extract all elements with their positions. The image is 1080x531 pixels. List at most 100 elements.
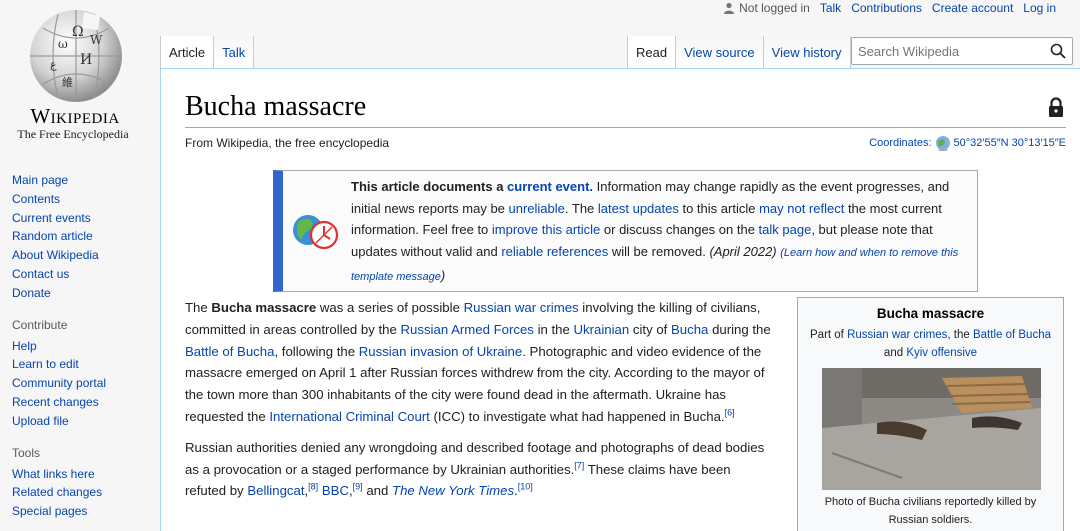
log-in-link[interactable]: Log in bbox=[1023, 1, 1056, 15]
notice-close-paren: ) bbox=[440, 267, 446, 283]
sidebar-item-random-article[interactable]: Random article bbox=[12, 227, 157, 246]
wikipedia-logo[interactable]: Ω W ω И ع 維 Wikipedia The Free Encyclope… bbox=[0, 0, 160, 160]
reference-8[interactable]: [8] bbox=[308, 482, 318, 492]
user-talk-link[interactable]: Talk bbox=[820, 1, 841, 15]
infobox-caption: Photo of Bucha civilians reportedly kill… bbox=[824, 496, 1037, 526]
sidebar-item-donate[interactable]: Donate bbox=[12, 284, 157, 303]
reference-10[interactable]: [10] bbox=[518, 482, 533, 492]
page-title: Bucha massacre bbox=[185, 91, 367, 122]
globe-icon[interactable] bbox=[935, 135, 951, 151]
svg-text:И: И bbox=[80, 52, 92, 68]
russian-armed-forces-link[interactable]: Russian Armed Forces bbox=[401, 322, 534, 337]
notice-text-2: . The bbox=[564, 200, 598, 216]
create-account-link[interactable]: Create account bbox=[932, 1, 1013, 15]
sidebar-item-current-events[interactable]: Current events bbox=[12, 209, 157, 228]
sidebar-item-about-wikipedia[interactable]: About Wikipedia bbox=[12, 246, 157, 265]
russian-war-crimes-link[interactable]: Russian war crimes bbox=[847, 329, 947, 341]
ukrainian-link[interactable]: Ukrainian bbox=[574, 322, 630, 337]
sidebar-item-what-links-here[interactable]: What links here bbox=[12, 465, 157, 484]
reference-9[interactable]: [9] bbox=[353, 482, 363, 492]
text: , following the bbox=[274, 343, 359, 359]
sidebar-heading-tools: Tools bbox=[12, 445, 41, 460]
icc-link[interactable]: International Criminal Court bbox=[269, 409, 430, 424]
sidebar-item-special-pages[interactable]: Special pages bbox=[12, 502, 157, 521]
user-icon bbox=[724, 2, 735, 14]
bucha-link[interactable]: Bucha bbox=[671, 322, 708, 337]
text: , the bbox=[947, 329, 973, 341]
coordinates-label[interactable]: Coordinates: bbox=[869, 137, 931, 149]
current-event-link[interactable]: current event. bbox=[507, 179, 593, 194]
text: was a series of possible bbox=[316, 300, 464, 315]
sidebar-item-contents[interactable]: Contents bbox=[12, 190, 157, 209]
logo-wordmark: Wikipedia bbox=[30, 104, 120, 128]
improve-article-link[interactable]: improve this article bbox=[492, 222, 600, 237]
notice-text-5: or discuss changes on the bbox=[600, 222, 759, 238]
sidebar-item-learn-to-edit[interactable]: Learn to edit bbox=[12, 355, 157, 374]
latest-updates-link[interactable]: latest updates bbox=[598, 201, 679, 216]
current-event-message: This article documents a current event. … bbox=[351, 176, 976, 289]
sidebar-heading-contribute: Contribute bbox=[12, 317, 68, 332]
sidebar-item-main-page[interactable]: Main page bbox=[12, 171, 157, 190]
svg-text:ع: ع bbox=[50, 58, 57, 71]
sidebar-item-related-changes[interactable]: Related changes bbox=[12, 483, 157, 502]
unreliable-link[interactable]: unreliable bbox=[509, 201, 565, 216]
contributions-link[interactable]: Contributions bbox=[851, 1, 922, 15]
not-logged-in: Not logged in bbox=[723, 1, 810, 15]
search-icon[interactable] bbox=[1050, 43, 1066, 59]
tab-view-history[interactable]: View history bbox=[762, 36, 851, 68]
sidebar-item-recent-changes[interactable]: Recent changes bbox=[12, 393, 157, 412]
infobox-photo[interactable] bbox=[822, 368, 1041, 490]
coordinates-value[interactable]: 50°32′55″N 30°13′15″E bbox=[954, 137, 1066, 149]
tab-view-source[interactable]: View source bbox=[675, 36, 763, 68]
sidebar-item-community-portal[interactable]: Community portal bbox=[12, 374, 157, 393]
svg-text:維: 維 bbox=[62, 76, 73, 89]
logo-tagline: The Free Encyclopedia bbox=[17, 127, 129, 141]
sidebar-item-help[interactable]: Help bbox=[12, 337, 157, 356]
infobox-title: Bucha massacre bbox=[876, 306, 985, 321]
reference-6[interactable]: [6] bbox=[725, 408, 735, 418]
subject-bold: Bucha massacre bbox=[211, 300, 317, 315]
text: The bbox=[185, 300, 212, 315]
sidebar-contribute: Help Learn to edit Community portal Rece… bbox=[12, 337, 157, 431]
infobox-part-of: Part of Russian war crimes, the Battle o… bbox=[798, 326, 1063, 362]
reference-7[interactable]: [7] bbox=[574, 460, 584, 470]
russian-war-crimes-link[interactable]: Russian war crimes bbox=[464, 300, 579, 315]
main-content: Bucha massacre From Wikipedia, the free … bbox=[160, 68, 1080, 531]
bbc-link[interactable]: BBC bbox=[322, 483, 349, 498]
battle-of-bucha-link[interactable]: Battle of Bucha bbox=[973, 329, 1051, 341]
article-body: The Bucha massacre was a series of possi… bbox=[185, 297, 775, 511]
namespace-tabs: Article Talk bbox=[160, 36, 255, 68]
reliable-references-link[interactable]: reliable references bbox=[501, 244, 608, 259]
talk-page-link[interactable]: talk page bbox=[759, 222, 812, 237]
search-input[interactable] bbox=[852, 43, 1042, 59]
view-tabs: Read View source View history bbox=[627, 36, 851, 68]
lock-icon[interactable] bbox=[1048, 97, 1064, 117]
text: (ICC) to investigate what had happened i… bbox=[429, 408, 725, 424]
bellingcat-link[interactable]: Bellingcat bbox=[247, 483, 304, 498]
russian-invasion-link[interactable]: Russian invasion of Ukraine bbox=[359, 344, 522, 359]
sidebar-item-contact-us[interactable]: Contact us bbox=[12, 265, 157, 284]
tab-read[interactable]: Read bbox=[627, 36, 676, 68]
text: during the bbox=[708, 321, 771, 337]
sidebar-nav: Main page Contents Current events Random… bbox=[12, 171, 157, 303]
sidebar: Main page Contents Current events Random… bbox=[12, 171, 157, 521]
tab-talk[interactable]: Talk bbox=[213, 36, 255, 68]
kyiv-offensive-link[interactable]: Kyiv offensive bbox=[906, 347, 977, 359]
text: Part of bbox=[810, 329, 848, 341]
may-not-reflect-link[interactable]: may not reflect bbox=[759, 201, 844, 216]
current-event-notice: This article documents a current event. … bbox=[273, 170, 978, 292]
svg-text:Ω: Ω bbox=[72, 24, 84, 40]
paragraph-1: The Bucha massacre was a series of possi… bbox=[185, 297, 775, 428]
nyt-link[interactable]: The New York Times bbox=[392, 483, 514, 498]
notice-lead-text: This article documents a bbox=[351, 179, 508, 194]
battle-of-bucha-link[interactable]: Battle of Bucha bbox=[185, 344, 274, 359]
sidebar-item-upload-file[interactable]: Upload file bbox=[12, 412, 157, 431]
tab-article[interactable]: Article bbox=[160, 36, 214, 68]
text: in the bbox=[533, 321, 574, 337]
coordinates: Coordinates: 50°32′55″N 30°13′15″E bbox=[869, 135, 1066, 151]
infobox: Bucha massacre Part of Russian war crime… bbox=[797, 297, 1064, 531]
paragraph-2: Russian authorities denied any wrongdoin… bbox=[185, 439, 765, 499]
puzzle-globe-icon: Ω W ω И ع 維 bbox=[30, 10, 122, 102]
personal-tools: Not logged in Talk Contributions Create … bbox=[723, 0, 1056, 16]
text: and bbox=[883, 347, 907, 359]
